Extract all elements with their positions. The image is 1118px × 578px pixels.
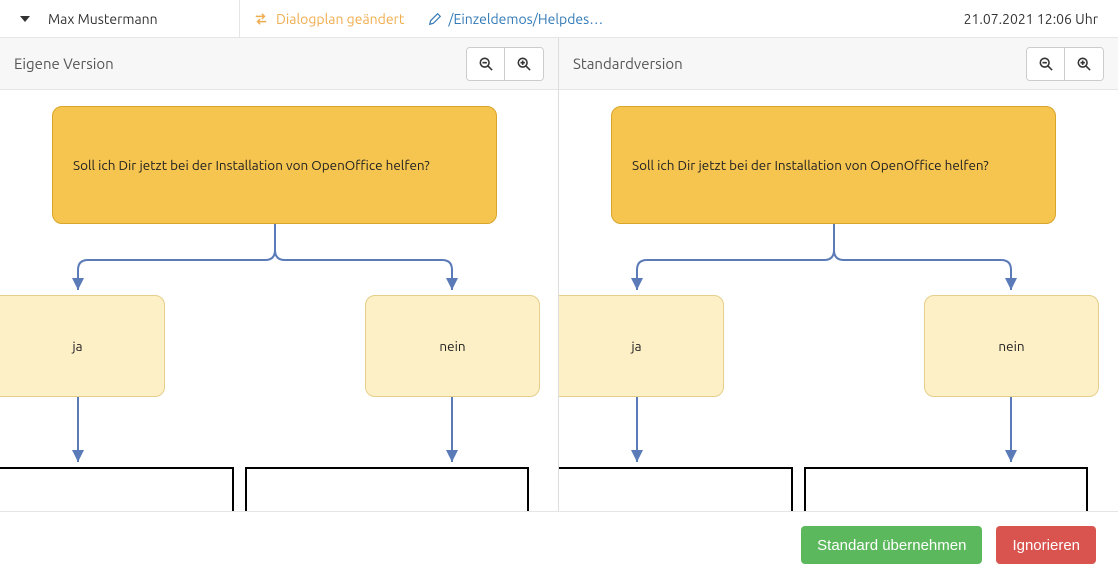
node-answer-yes-text: ja bbox=[72, 338, 82, 354]
node-next-left[interactable] bbox=[559, 467, 793, 511]
panel-header-left: Eigene Version bbox=[0, 38, 558, 90]
node-answer-no[interactable]: nein bbox=[365, 295, 540, 397]
node-answer-yes-text: ja bbox=[631, 338, 641, 354]
edit-icon bbox=[428, 12, 442, 26]
canvas-right[interactable]: Soll ich Dir jetzt bei der Installation … bbox=[559, 90, 1118, 511]
swap-icon bbox=[254, 12, 268, 26]
zoom-controls-left bbox=[466, 47, 544, 81]
node-answer-yes[interactable]: ja bbox=[0, 295, 165, 397]
accept-standard-button[interactable]: Standard übernehmen bbox=[801, 526, 982, 564]
node-question[interactable]: Soll ich Dir jetzt bei der Installation … bbox=[611, 106, 1056, 224]
zoom-in-icon bbox=[1077, 57, 1091, 71]
canvas-left[interactable]: Soll ich Dir jetzt bei der Installation … bbox=[0, 90, 558, 511]
node-question[interactable]: Soll ich Dir jetzt bei der Installation … bbox=[52, 106, 497, 224]
zoom-in-button[interactable] bbox=[505, 48, 543, 80]
panel-standard-version: Standardversion bbox=[559, 38, 1118, 511]
path-link[interactable]: /Einzeldemos/Helpdes… bbox=[418, 0, 613, 37]
timestamp: 21.07.2021 12:06 Uhr bbox=[964, 11, 1108, 27]
node-question-text: Soll ich Dir jetzt bei der Installation … bbox=[632, 157, 989, 173]
footer-actions: Standard übernehmen Ignorieren bbox=[0, 512, 1118, 578]
node-next-left[interactable] bbox=[0, 467, 234, 511]
zoom-out-icon bbox=[1039, 57, 1053, 71]
path-text: /Einzeldemos/Helpdes… bbox=[448, 11, 603, 27]
zoom-controls-right bbox=[1026, 47, 1104, 81]
panel-own-version: Eigene Version bbox=[0, 38, 559, 511]
node-question-text: Soll ich Dir jetzt bei der Installation … bbox=[73, 157, 430, 173]
node-answer-no-text: nein bbox=[439, 338, 465, 354]
user-name: Max Mustermann bbox=[40, 0, 240, 37]
zoom-in-button[interactable] bbox=[1065, 48, 1103, 80]
ignore-button[interactable]: Ignorieren bbox=[996, 526, 1096, 564]
caret-down-icon bbox=[20, 16, 30, 22]
zoom-in-icon bbox=[517, 57, 531, 71]
node-answer-yes[interactable]: ja bbox=[559, 295, 724, 397]
panel-header-right: Standardversion bbox=[559, 38, 1118, 90]
header-bar: Max Mustermann Dialogplan geändert /Einz… bbox=[0, 0, 1118, 38]
node-answer-no-text: nein bbox=[998, 338, 1024, 354]
change-type: Dialogplan geändert bbox=[240, 0, 418, 37]
diff-panels: Eigene Version bbox=[0, 38, 1118, 512]
zoom-out-button[interactable] bbox=[467, 48, 505, 80]
node-answer-no[interactable]: nein bbox=[924, 295, 1099, 397]
collapse-toggle[interactable] bbox=[10, 16, 40, 22]
zoom-out-button[interactable] bbox=[1027, 48, 1065, 80]
zoom-out-icon bbox=[479, 57, 493, 71]
panel-title-right: Standardversion bbox=[573, 55, 683, 72]
change-type-label: Dialogplan geändert bbox=[276, 11, 404, 27]
node-next-right[interactable] bbox=[804, 467, 1088, 511]
panel-title-left: Eigene Version bbox=[14, 55, 114, 72]
node-next-right[interactable] bbox=[245, 467, 529, 511]
